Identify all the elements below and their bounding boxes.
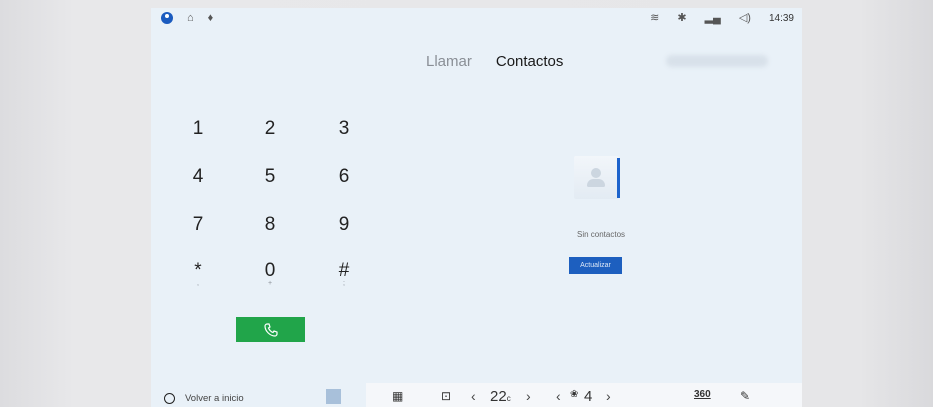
key-0[interactable]: 0 +: [240, 260, 300, 300]
key-label: 4: [192, 166, 204, 187]
key-label: 6: [338, 166, 350, 187]
key-sublabel: +: [267, 280, 273, 287]
key-6[interactable]: 6: [314, 166, 374, 206]
key-label: 0: [264, 260, 276, 281]
key-4[interactable]: 4: [168, 166, 228, 206]
signal-icon: ▂▄: [704, 12, 721, 24]
camera-360-icon[interactable]: 360: [694, 389, 711, 400]
scroll-indicator: [617, 158, 620, 198]
blurred-account-name: [666, 55, 768, 67]
volume-icon: ◁): [738, 12, 751, 24]
key-2[interactable]: 2: [240, 118, 300, 158]
tab-bar: Llamar Contactos: [426, 53, 563, 70]
tab-contactos[interactable]: Contactos: [496, 53, 564, 70]
key-1[interactable]: 1: [168, 118, 228, 158]
key-label: 5: [264, 166, 276, 187]
key-5[interactable]: 5: [240, 166, 300, 206]
home-label: Volver a inicio: [185, 393, 244, 404]
wifi-icon: ≋: [650, 12, 660, 24]
key-label: 8: [264, 214, 276, 235]
notification-icon: ⌂: [187, 12, 194, 24]
microphone-icon: ♦: [207, 12, 214, 24]
call-button[interactable]: [236, 317, 305, 342]
key-sublabel: ;: [343, 280, 345, 287]
home-icon: [164, 393, 175, 404]
key-7[interactable]: 7: [168, 214, 228, 254]
key-hash[interactable]: #;: [314, 260, 374, 300]
fan-icon: ❀: [570, 389, 579, 400]
car-icon[interactable]: ⊡: [441, 389, 451, 403]
key-label: #: [338, 260, 350, 281]
fan-down-chevron-icon[interactable]: ‹: [556, 388, 561, 404]
key-label: 1: [192, 118, 204, 139]
empty-contacts-text: Sin contactos: [576, 230, 626, 239]
temp-down-chevron-icon[interactable]: ‹: [471, 388, 476, 404]
phone-call-icon: [263, 322, 278, 337]
key-label: 7: [192, 214, 204, 235]
key-star[interactable]: *,: [168, 260, 228, 300]
key-label: 3: [338, 118, 350, 139]
bluetooth-icon: ✱: [677, 12, 687, 24]
fan-level-value: 4: [584, 388, 593, 405]
refresh-button[interactable]: Actualizar: [569, 257, 622, 274]
key-label: 9: [338, 214, 350, 235]
profile-icon[interactable]: [161, 12, 173, 24]
key-8[interactable]: 8: [240, 214, 300, 254]
key-label: *: [194, 260, 202, 281]
temp-up-chevron-icon[interactable]: ›: [526, 388, 531, 404]
apps-grid-icon[interactable]: ▦: [392, 389, 403, 403]
temperature-value: 22c: [490, 388, 511, 405]
home-button[interactable]: Volver a inicio: [164, 393, 244, 404]
temperature-number: 22: [490, 388, 507, 405]
contact-placeholder-icon: [574, 156, 619, 199]
key-3[interactable]: 3: [314, 118, 374, 158]
clock: 14:39: [768, 12, 794, 24]
key-9[interactable]: 9: [314, 214, 374, 254]
status-bar: ⌂ ♦ ≋ ✱ ▂▄ ◁) 14:39: [151, 8, 802, 32]
key-label: 2: [264, 118, 276, 139]
app-thumbnail-icon[interactable]: [326, 389, 341, 404]
car-display: ⌂ ♦ ≋ ✱ ▂▄ ◁) 14:39 Llamar Contactos 1 2…: [151, 8, 802, 407]
fan-up-chevron-icon[interactable]: ›: [606, 388, 611, 404]
temperature-unit: c: [506, 394, 511, 403]
seat-heat-icon[interactable]: ✎: [740, 389, 750, 403]
tab-llamar[interactable]: Llamar: [426, 53, 472, 70]
key-sublabel: ,: [197, 280, 199, 287]
